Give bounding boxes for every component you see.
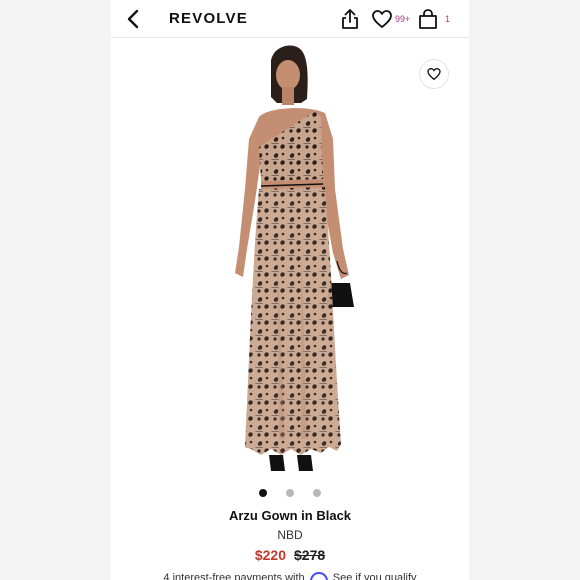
carousel-dot-3[interactable] — [313, 489, 321, 497]
back-arrow-icon[interactable] — [123, 8, 145, 30]
payments-text: 4 interest-free payments with — [163, 572, 305, 580]
bag-count-badge: 1 — [445, 14, 451, 24]
price-row: $220 $278 — [111, 547, 469, 563]
product-image[interactable] — [111, 39, 469, 479]
carousel-dot-1[interactable] — [259, 489, 267, 497]
affirm-payments: 4 interest-free payments with See if you… — [111, 572, 469, 580]
revolve-logo[interactable]: REVOLVE — [169, 10, 248, 27]
wishlist-heart-icon[interactable] — [370, 7, 394, 31]
product-name: Arzu Gown in Black — [228, 508, 352, 523]
top-bar: REVOLVE 99+ 1 — [111, 0, 469, 38]
shopping-bag-icon[interactable] — [416, 7, 440, 31]
affirm-logo — [309, 572, 328, 580]
model-photo — [235, 45, 354, 471]
brand-link[interactable]: NBD — [111, 528, 469, 542]
carousel-dots — [111, 488, 469, 498]
share-icon[interactable] — [338, 7, 362, 31]
carousel-dot-2[interactable] — [286, 489, 294, 497]
heart-icon — [427, 68, 441, 80]
product-page: REVOLVE 99+ 1 Arzu Gown in Black NBD $22… — [111, 0, 469, 580]
favorite-button[interactable] — [419, 59, 449, 89]
original-price: $278 — [294, 547, 326, 563]
qualify-link[interactable]: See if you qualify — [333, 572, 417, 580]
wishlist-count-badge: 99+ — [395, 14, 411, 24]
sale-price: $220 — [254, 547, 286, 563]
